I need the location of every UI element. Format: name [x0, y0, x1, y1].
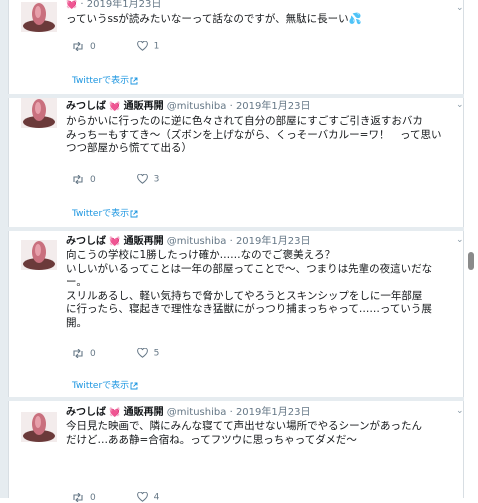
dot-separator: ·	[229, 407, 233, 418]
heart-emoji-icon: 💓	[109, 237, 121, 247]
avatar[interactable]	[21, 98, 57, 128]
view-on-twitter-label: Twitterで表示	[72, 381, 130, 391]
avatar[interactable]	[21, 2, 57, 32]
retweet-count: 0	[90, 41, 96, 52]
heart-icon	[136, 347, 148, 358]
display-name[interactable]: みつしば	[66, 407, 106, 418]
retweet-button[interactable]: 0	[72, 174, 96, 185]
name-badge-text: 通販再開	[123, 101, 164, 112]
like-button[interactable]: 1	[136, 40, 160, 52]
like-button[interactable]: 4	[136, 491, 159, 503]
tweet-text: っていうssが読みたいなーって話なのですが、無駄に長ーい💦	[66, 13, 451, 27]
retweet-button[interactable]: 0	[72, 41, 96, 52]
retweet-count: 0	[90, 348, 96, 359]
view-on-twitter-link[interactable]: Twitterで表示	[72, 378, 138, 391]
retweet-count: 0	[90, 174, 96, 185]
tweet-card: 💓 · 2019年1月23日 ⌄ っていうssが読みたいなーって話なのですが、無…	[8, 0, 464, 94]
like-count: 3	[153, 174, 160, 185]
display-name[interactable]: みつしば	[66, 236, 106, 247]
heart-icon	[136, 173, 148, 184]
heart-emoji-icon: 💓	[109, 102, 121, 112]
tweet-header: 💓 · 2019年1月23日	[66, 0, 161, 12]
like-count: 1	[153, 41, 160, 52]
tweet-text-line: 開。	[66, 316, 87, 329]
tweet-text-line: だけど…ああ静=合宿ね。ってフツウに思っちゃってダメだ〜	[66, 433, 357, 446]
tweet-text-line: いしいがいるってことは一年の部屋ってことで〜、つまりは先輩の夜這いだな	[66, 262, 433, 275]
tweet-card: みつしば 💓 通販再開 @mitushiba · 2019年1月23日 ⌄ から…	[8, 98, 464, 227]
heart-icon	[136, 40, 148, 51]
retweet-button[interactable]: 0	[72, 348, 96, 359]
tweet-actions: 0 4	[72, 491, 197, 503]
tweet-text: 今日見た映画で、隣にみんな寝てて声出せない場所でやるシーンがあったん だけど…あ…	[66, 420, 451, 447]
tweet-card: みつしば 💓 通販再開 @mitushiba · 2019年1月23日 ⌄ 今日…	[8, 401, 464, 503]
avatar[interactable]	[21, 412, 57, 442]
chevron-down-icon[interactable]: ⌄	[456, 3, 464, 13]
tweet-actions: 0 5	[72, 347, 197, 359]
name-badge-text: 通販再開	[123, 407, 164, 418]
like-count: 5	[153, 348, 160, 359]
tweet-date[interactable]: 2019年1月23日	[236, 101, 311, 112]
tweet-text-line: スリルあるし、軽い気持ちで脅かしてやろうとスキンシップをしに一年部屋	[66, 289, 423, 302]
user-handle[interactable]: @mitushiba	[167, 236, 227, 247]
view-on-twitter-link[interactable]: Twitterで表示	[72, 206, 138, 219]
tweet-text-line: みっちーもすてき〜（ズボンを上げながら、くっそーバカルー=ワ！ って思い	[66, 128, 442, 141]
retweet-icon	[73, 348, 83, 358]
external-link-icon	[130, 382, 138, 389]
tweet-text-line: ー。	[66, 276, 87, 288]
heart-emoji-icon: 💓	[109, 408, 121, 418]
user-handle[interactable]: @mitushiba	[167, 101, 227, 112]
tweet-date[interactable]: 2019年1月23日	[87, 0, 162, 10]
like-button[interactable]: 5	[136, 347, 160, 359]
chevron-down-icon[interactable]: ⌄	[456, 406, 464, 416]
tweet-date[interactable]: 2019年1月23日	[236, 407, 311, 418]
heart-icon	[136, 491, 148, 502]
view-on-twitter-label: Twitterで表示	[72, 76, 130, 86]
tweet-date[interactable]: 2019年1月23日	[236, 236, 311, 247]
chevron-down-icon[interactable]: ⌄	[456, 100, 464, 110]
name-badge-text: 通販再開	[123, 236, 164, 247]
user-handle[interactable]: @mitushiba	[167, 407, 227, 418]
tweet-header: みつしば 💓 通販再開 @mitushiba · 2019年1月23日	[66, 235, 310, 249]
dot-separator: ·	[80, 0, 84, 10]
tweet-feed[interactable]: 💓 · 2019年1月23日 ⌄ っていうssが読みたいなーって話なのですが、無…	[0, 0, 464, 503]
view-on-twitter-link[interactable]: Twitterで表示	[72, 73, 138, 86]
heart-emoji-icon: 💓	[66, 0, 78, 10]
dot-separator: ·	[229, 236, 233, 247]
external-link-icon	[130, 77, 138, 84]
dot-separator: ·	[229, 101, 233, 112]
tweet-card: みつしば 💓 通販再開 @mitushiba · 2019年1月23日 ⌄ 向こ…	[8, 231, 464, 397]
tweet-text-line: 今日見た映画で、隣にみんな寝てて声出せない場所でやるシーンがあったん	[66, 420, 423, 432]
avatar[interactable]	[21, 240, 57, 270]
tweet-text-line: 向こうの学校に1勝したっけ確か……なのでご褒美えろ？	[66, 249, 336, 261]
tweet-actions: 0 1	[72, 40, 197, 52]
display-name[interactable]: みつしば	[66, 101, 106, 112]
tweet-text-line: つつ部屋から慌てて出る）	[66, 142, 192, 154]
external-link-icon	[130, 210, 138, 217]
tweet-text-line: からかいに行ったのに逆に色々されて自分の部屋にすごすご引き返すおバカ	[66, 115, 423, 127]
retweet-icon	[73, 492, 83, 502]
view-on-twitter-label: Twitterで表示	[72, 209, 130, 219]
scrollbar[interactable]	[464, 0, 478, 498]
tweet-header: みつしば 💓 通販再開 @mitushiba · 2019年1月23日	[66, 406, 310, 420]
scrollbar-thumb[interactable]	[468, 252, 474, 270]
tweet-text-line: っていうssが読みたいなーって話なのですが、無駄に長ーい💦	[66, 13, 362, 25]
retweet-icon	[73, 174, 83, 184]
tweet-text-line: に行ったら、寝起きで理性なき猛獣にがっつり捕まっちゃって……っていう展	[66, 303, 432, 315]
tweet-text: 向こうの学校に1勝したっけ確か……なのでご褒美えろ？ いしいがいるってことは一年…	[66, 249, 451, 330]
tweet-header: みつしば 💓 通販再開 @mitushiba · 2019年1月23日	[66, 100, 310, 114]
tweet-text: からかいに行ったのに逆に色々されて自分の部屋にすごすご引き返すおバカ みっちーも…	[66, 115, 451, 156]
like-button[interactable]: 3	[136, 173, 160, 185]
retweet-icon	[73, 41, 83, 51]
chevron-down-icon[interactable]: ⌄	[456, 235, 464, 245]
tweet-actions: 0 3	[72, 173, 197, 185]
